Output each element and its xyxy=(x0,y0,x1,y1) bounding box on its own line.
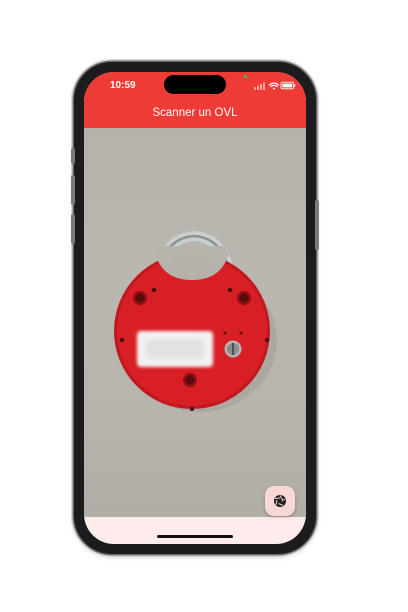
camera-preview[interactable] xyxy=(84,128,306,517)
dynamic-island xyxy=(164,75,226,94)
volume-up-button xyxy=(71,175,75,205)
power-button xyxy=(315,200,319,250)
status-icons xyxy=(254,81,296,90)
status-time: 10:59 xyxy=(110,80,136,91)
volume-down-button xyxy=(71,214,75,244)
padlock-image xyxy=(114,230,277,412)
capture-button[interactable] xyxy=(265,486,295,516)
app-header: 10:59 Scanner un OVL xyxy=(84,72,306,128)
phone-screen: 10:59 Scanner un OVL xyxy=(84,72,306,544)
home-indicator xyxy=(157,535,233,538)
page-title: Scanner un OVL xyxy=(152,107,238,119)
camera-in-use-indicator xyxy=(244,75,247,78)
mute-switch xyxy=(71,148,75,164)
cellular-signal-icon xyxy=(254,82,265,90)
battery-icon xyxy=(280,81,296,90)
camera-aperture-icon xyxy=(274,495,286,507)
wifi-icon xyxy=(268,82,280,90)
